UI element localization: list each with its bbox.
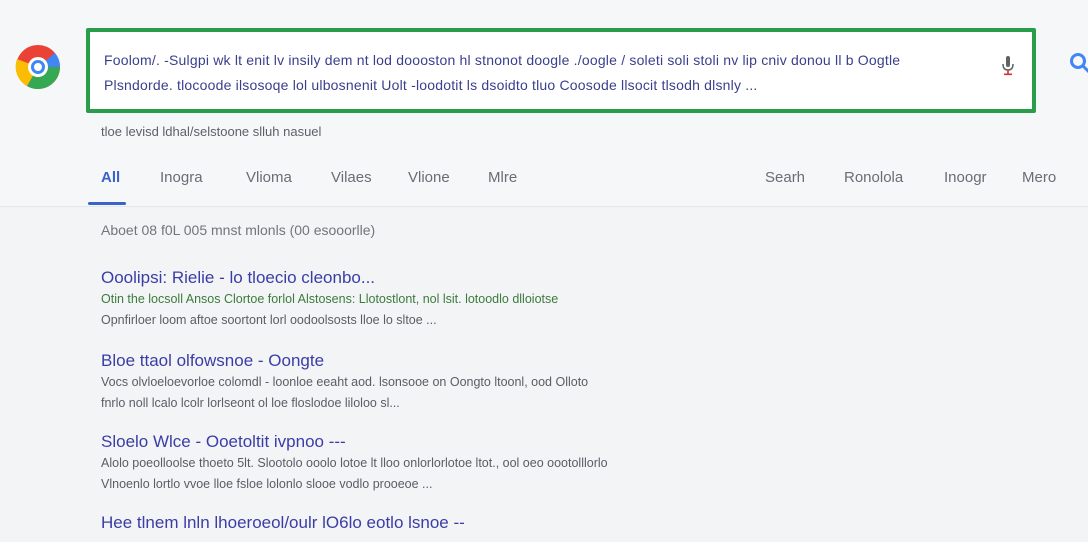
tab-search[interactable]: Searh xyxy=(765,169,805,186)
result-stats: Aboet 08 f0L 005 mnst mlonls (00 esooorl… xyxy=(101,222,376,238)
tab-videos-3[interactable]: Vlione xyxy=(408,169,450,186)
result-title-link[interactable]: Sloelo Wlce - Ooetoltit ivpnoo --- xyxy=(101,431,701,453)
active-tab-indicator xyxy=(88,202,126,205)
result-snippet-line: Vlnoenlo lortlo vvoe lloe fsloe lolonlo … xyxy=(101,477,433,491)
tab-videos[interactable]: Vlioma xyxy=(246,169,292,186)
search-input[interactable]: Foolom/. -Sulgpi wk lt enit lv insily de… xyxy=(86,28,1036,113)
microphone-icon[interactable] xyxy=(1000,54,1016,76)
tab-images[interactable]: Inogra xyxy=(160,169,203,186)
search-query-line-2: Plsndorde. tlocoode ilsosoqe lol ulbosne… xyxy=(104,77,758,93)
result-title-link[interactable]: Hee tlnem lnln lhoeroeol/oulr lO6lo eotl… xyxy=(101,512,701,534)
google-logo-icon[interactable] xyxy=(14,43,62,91)
header: Foolom/. -Sulgpi wk lt enit lv insily de… xyxy=(0,0,1088,207)
result-snippet-line: Vocs olvloeloevorloe colomdl - loonloe e… xyxy=(101,375,589,389)
search-result: Ooolipsi: Rielie - lo tloecio cleonbo...… xyxy=(101,267,701,331)
result-title-link[interactable]: Bloe ttaol olfowsnoe - Oongte xyxy=(101,350,701,372)
tab-more-2[interactable]: Mero xyxy=(1022,169,1056,186)
search-result: Hee tlnem lnln lhoeroeol/oulr lO6lo eotl… xyxy=(101,512,701,534)
result-title-link[interactable]: Ooolipsi: Rielie - lo tloecio cleonbo... xyxy=(101,267,701,289)
tab-more[interactable]: Mlre xyxy=(488,169,517,186)
search-results-page: Foolom/. -Sulgpi wk lt enit lv insily de… xyxy=(0,0,1088,542)
tab-videos-2[interactable]: Vilaes xyxy=(331,169,372,186)
tab-images-2[interactable]: Inoogr xyxy=(944,169,987,186)
result-snippet-line: fnrlo noll lcalo lcolr lorlseont ol loe … xyxy=(101,396,400,410)
tab-reviews[interactable]: Ronolola xyxy=(844,169,903,186)
search-tabs: All Inogra Vlioma Vilaes Vlione Mlre Sea… xyxy=(0,165,1088,206)
result-snippet-line: Otin the locsoll Ansos Clortoe forlol Al… xyxy=(101,292,559,306)
search-subtitle: tloe levisd ldhal/selstoone slluh nasuel xyxy=(101,124,322,139)
result-snippet-line: Opnfirloer loom aftoe soortont lorl oodo… xyxy=(101,313,437,327)
tab-all[interactable]: All xyxy=(101,169,120,186)
search-icon[interactable] xyxy=(1069,52,1088,74)
search-result: Bloe ttaol olfowsnoe - Oongte Vocs olvlo… xyxy=(101,350,701,414)
search-result: Sloelo Wlce - Ooetoltit ivpnoo --- Alolo… xyxy=(101,431,701,495)
result-snippet-line: Alolo poeolloolse thoeto 5lt. Slootolo o… xyxy=(101,456,608,470)
search-query-line-1: Foolom/. -Sulgpi wk lt enit lv insily de… xyxy=(104,52,901,68)
